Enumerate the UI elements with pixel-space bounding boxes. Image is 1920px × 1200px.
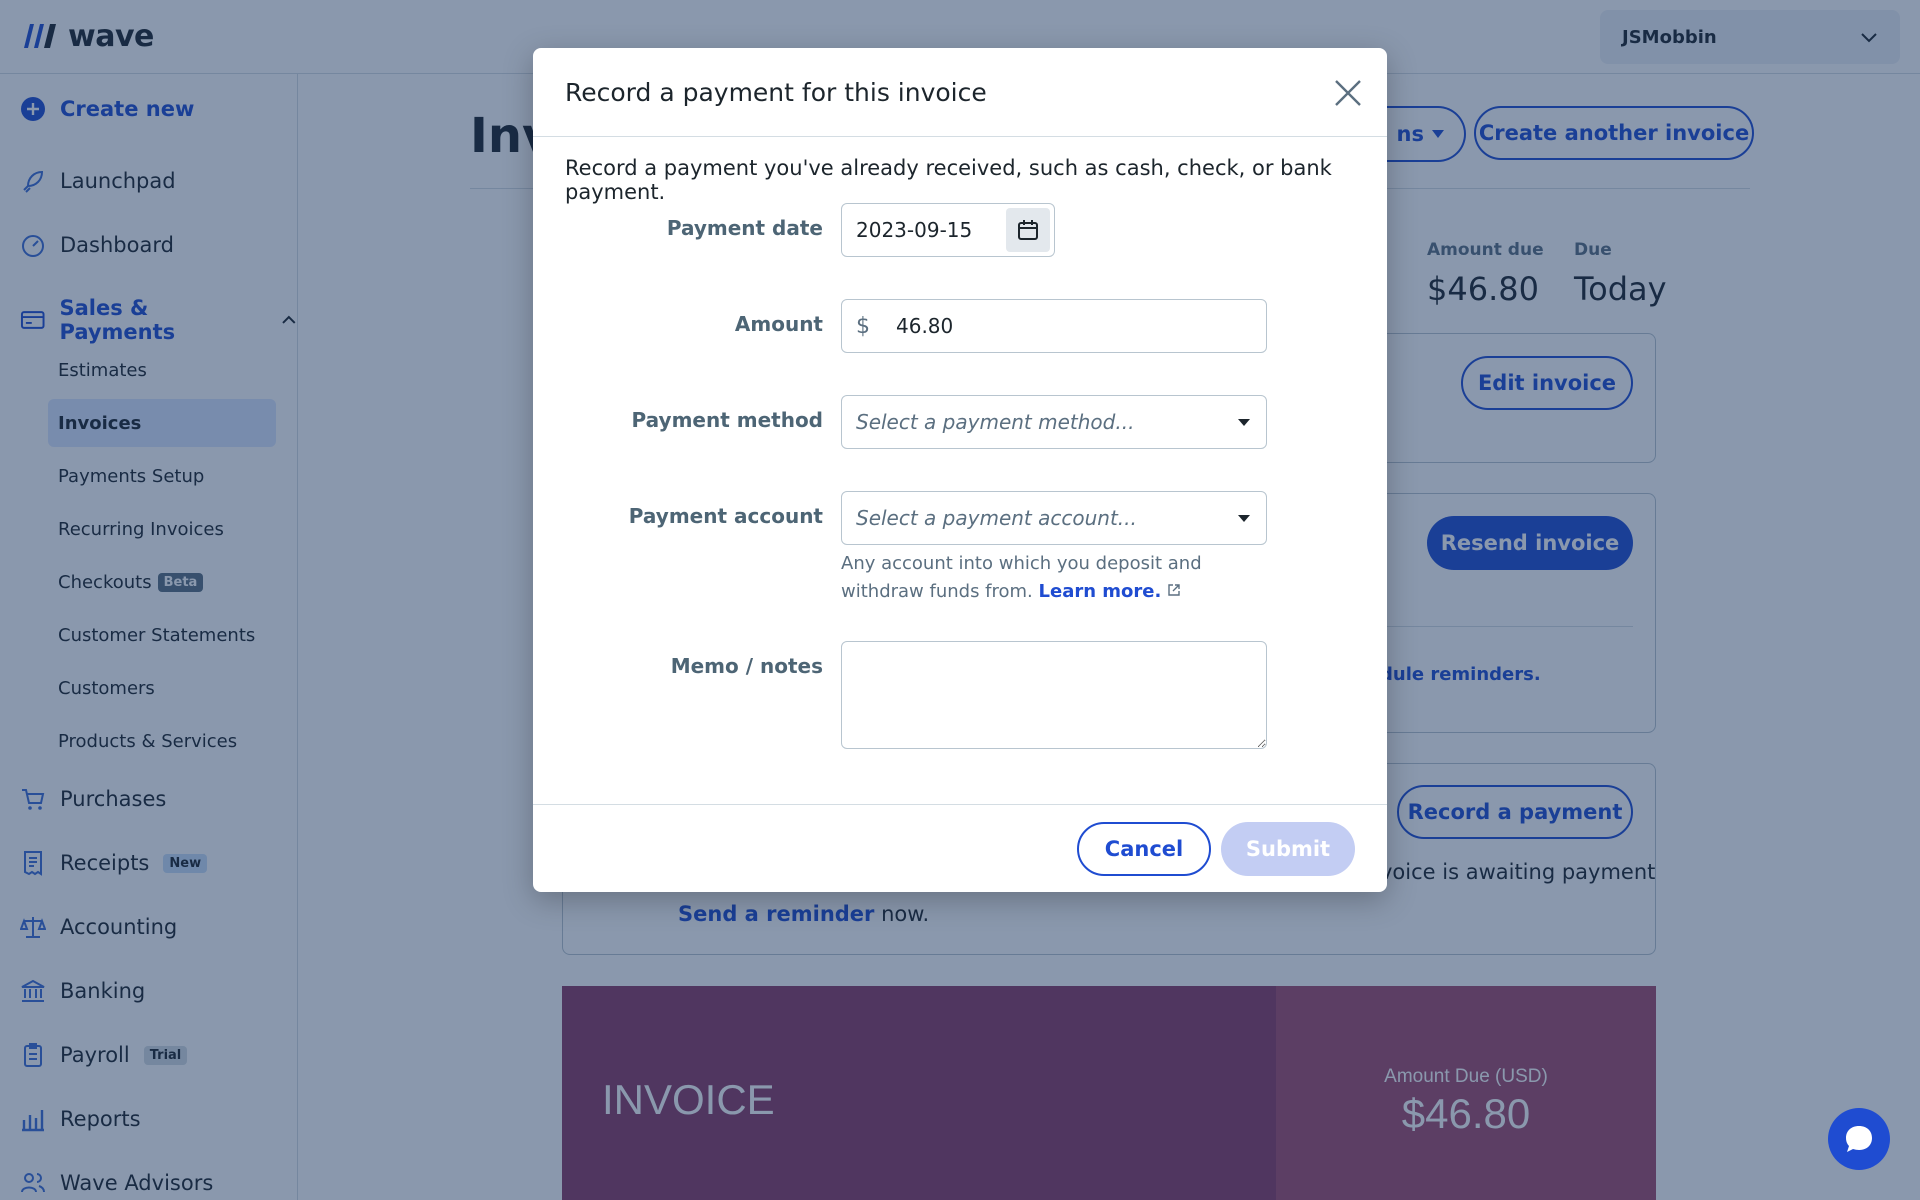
payment-account-placeholder: Select a payment account... <box>856 506 1137 530</box>
amount-input[interactable]: $ 46.80 <box>841 299 1267 353</box>
modal-description: Record a payment you've already received… <box>565 156 1332 204</box>
payment-date-value: 2023-09-15 <box>856 218 973 242</box>
modal-header: Record a payment for this invoice <box>533 48 1387 137</box>
calendar-icon <box>1018 220 1038 240</box>
cancel-button[interactable]: Cancel <box>1077 822 1211 876</box>
payment-date-label: Payment date <box>666 216 823 240</box>
payment-account-select[interactable]: Select a payment account... <box>841 491 1267 545</box>
calendar-button[interactable] <box>1006 208 1050 252</box>
external-link-icon <box>1168 584 1180 596</box>
close-icon[interactable] <box>1333 78 1363 108</box>
memo-input[interactable] <box>841 641 1267 749</box>
amount-label: Amount <box>734 312 823 336</box>
payment-method-select[interactable]: Select a payment method... <box>841 395 1267 449</box>
learn-more-link[interactable]: Learn more. <box>1039 581 1162 602</box>
record-payment-modal: Record a payment for this invoice Record… <box>533 48 1387 892</box>
caret-down-icon <box>1238 419 1250 426</box>
modal-title: Record a payment for this invoice <box>565 78 987 107</box>
chat-bubble-icon <box>1846 1126 1872 1152</box>
chat-button[interactable] <box>1828 1108 1890 1170</box>
payment-date-input[interactable]: 2023-09-15 <box>841 203 1055 257</box>
payment-method-label: Payment method <box>631 408 823 432</box>
submit-button[interactable]: Submit <box>1221 822 1355 876</box>
modal-footer-divider <box>533 804 1387 805</box>
amount-value: 46.80 <box>896 314 954 338</box>
currency-symbol: $ <box>856 313 870 339</box>
payment-method-placeholder: Select a payment method... <box>856 410 1135 434</box>
payment-account-label: Payment account <box>628 504 823 528</box>
caret-down-icon <box>1238 515 1250 522</box>
payment-account-helper: Any account into which you deposit and w… <box>841 550 1281 606</box>
memo-label: Memo / notes <box>670 654 823 678</box>
